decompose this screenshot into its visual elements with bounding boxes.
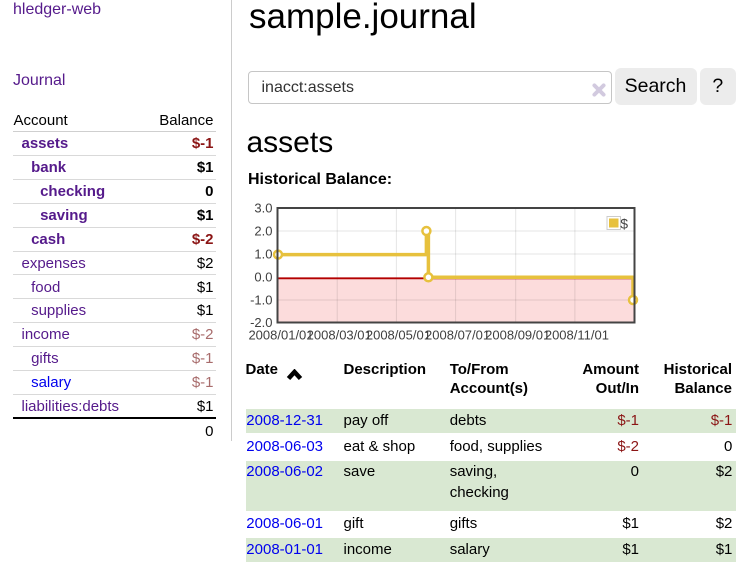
svg-text:2008/09/01: 2008/09/01 — [485, 328, 550, 343]
svg-text:1.0: 1.0 — [254, 247, 272, 262]
svg-text:0.0: 0.0 — [254, 270, 272, 285]
svg-text:$: $ — [620, 215, 628, 231]
svg-text:2008/01/01: 2008/01/01 — [248, 328, 313, 343]
svg-text:2008/07/01: 2008/07/01 — [425, 328, 490, 343]
svg-text:2008/11/01: 2008/11/01 — [545, 328, 609, 343]
svg-text:-1.0: -1.0 — [250, 293, 272, 308]
svg-text:3.0: 3.0 — [254, 201, 272, 216]
svg-text:2008/03/01: 2008/03/01 — [307, 328, 372, 343]
svg-text:2008/05/01: 2008/05/01 — [366, 328, 431, 343]
svg-text:2.0: 2.0 — [254, 224, 272, 239]
